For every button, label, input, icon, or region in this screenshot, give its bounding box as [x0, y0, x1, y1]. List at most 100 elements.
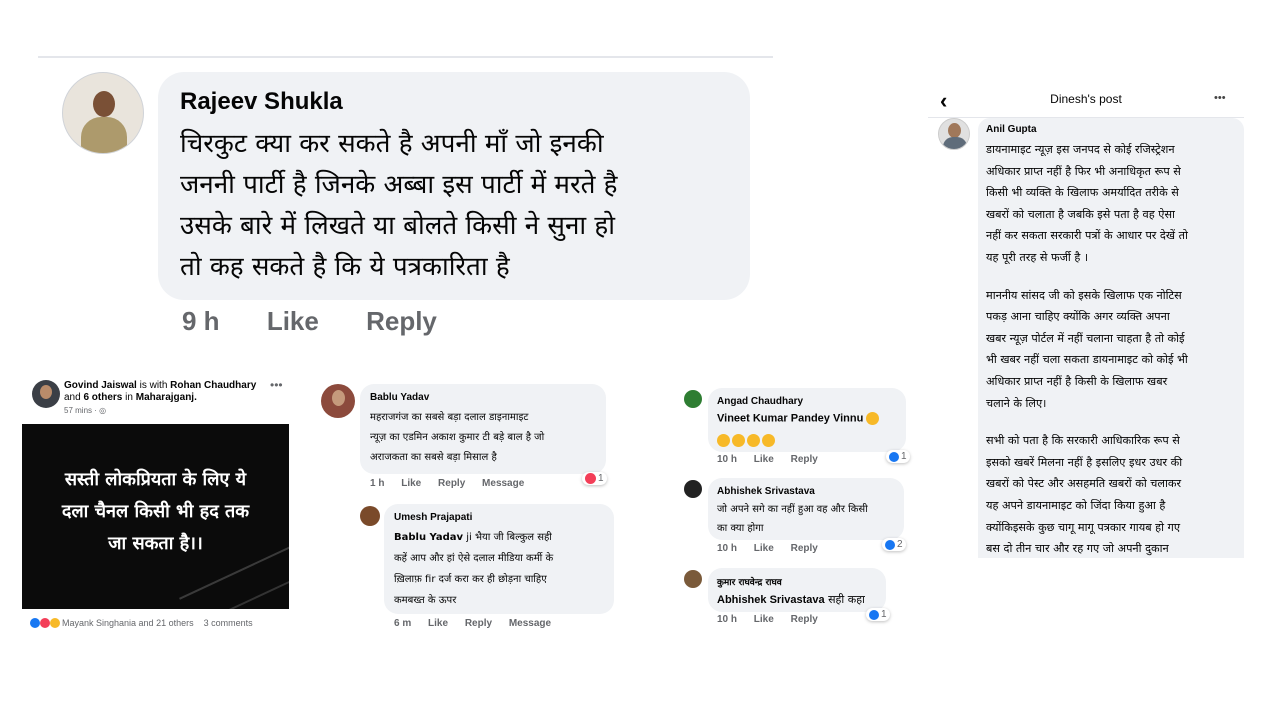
like-link[interactable]: Like: [428, 618, 448, 629]
more-options-icon[interactable]: •••: [1214, 92, 1226, 104]
reply-time: 6 m: [394, 618, 412, 629]
message-link[interactable]: Message: [482, 478, 524, 489]
more-options-icon[interactable]: •••: [270, 378, 283, 392]
comment-actions: 10 h Like Reply: [717, 614, 832, 625]
comment-author[interactable]: Anil Gupta: [986, 124, 1037, 135]
comment-text: महराजगंज का सबसे बड़ा दलाल डाइनामाइट न्य…: [370, 408, 606, 468]
reaction-count: 1: [881, 609, 887, 620]
laughing-emoji-icon: [732, 434, 745, 448]
reaction-badge[interactable]: 1: [886, 450, 910, 463]
like-link[interactable]: Like: [267, 306, 319, 336]
comment-time: 10 h: [717, 454, 738, 465]
reply-link[interactable]: Reply: [791, 543, 818, 554]
comment-bubble: Rajeev Shukla चिरकुट क्या कर सकते है अपन…: [158, 72, 750, 300]
emoji-row: [717, 432, 777, 450]
reply-line: ख़िलाफ़ fir दर्ज करा कर ही छोड़ना चाहिए: [394, 574, 547, 585]
avatar-face: [948, 123, 961, 138]
reaction-count: 1: [598, 473, 604, 484]
like-link[interactable]: Like: [754, 614, 774, 625]
reply-link[interactable]: Reply: [791, 454, 818, 465]
comment-line: खबरों को पेस्ट और असहमति खबरों को चलाकर: [986, 477, 1182, 491]
reply-line: कमबख्त के ऊपर: [394, 595, 457, 606]
comment-line: भी खबर नहीं चला सकता डायनामाइट को कोई भी: [986, 353, 1188, 367]
comment-line: यह पूरी तरह से फर्जी है ।: [986, 250, 1089, 264]
post-author[interactable]: Govind Jaiswal: [64, 380, 137, 391]
reaction-summary[interactable]: Mayank Singhania and 21 others 3 comment…: [30, 618, 253, 628]
avatar[interactable]: [938, 118, 970, 150]
comment-line: यह अपने डायनामाइट को जिंदा किया हुआ है: [986, 498, 1166, 512]
comment-line: उसके बारे में लिखते या बोलते किसी ने सुन…: [180, 211, 615, 241]
image-text: सस्ती लोकप्रियता के लिए ये दला चैनल किसी…: [22, 464, 289, 560]
reply-text: Bablu Yadav ji भैया जी बिल्कुल सही कहें …: [394, 527, 614, 611]
comment-line: नहीं कर सकता सरकारी पत्रों के आधार पर दे…: [986, 229, 1188, 243]
panel-dinesh-post: ‹ Dinesh's post ••• Anil Gupta डायनामाइट…: [928, 82, 1244, 558]
avatar-body: [943, 137, 967, 149]
comment-bubble: Angad Chaudhary Vineet Kumar Pandey Vinn…: [708, 388, 906, 452]
mention-link[interactable]: Vineet Kumar Pandey Vinnu: [717, 412, 863, 424]
place-link[interactable]: Maharajganj.: [136, 392, 197, 403]
comment-line: जो अपने सगे का नहीं हुआ वह और किसी: [717, 504, 868, 515]
comment-line: अराजकता का सबसे बड़ा मिसाल है: [370, 452, 497, 463]
comment-line: इसको खबरें मिलना नहीं है इसलिए इधर उधर क…: [986, 455, 1183, 469]
avatar[interactable]: [684, 570, 702, 588]
reply-line: Bablu Yadav ji भैया जी बिल्कुल सही: [394, 527, 614, 548]
avatar[interactable]: [684, 480, 702, 498]
comment-bubble: कुमार राघवेन्द्र राघव Abhishek Srivastav…: [708, 568, 886, 612]
comment-line: डायनामाइट न्यूज़ इस जनपद से कोई रजिस्ट्र…: [986, 143, 1175, 156]
avatar-head: [93, 91, 115, 117]
top-divider: [38, 56, 773, 58]
reply-line-text: ji भैया जी बिल्कुल सही: [463, 532, 552, 543]
comment-author[interactable]: Bablu Yadav: [370, 392, 429, 403]
thinking-emoji-icon: [866, 412, 880, 425]
like-link[interactable]: Like: [401, 478, 421, 489]
message-link[interactable]: Message: [509, 618, 551, 629]
reply-line: कहें आप और हां ऐसे दलाल मीडिया कर्मी के: [394, 553, 554, 564]
reaction-badge[interactable]: 2: [882, 538, 906, 551]
reply-link[interactable]: Reply: [438, 478, 465, 489]
avatar[interactable]: [62, 72, 144, 154]
comment-line: बस दो तीन चार और रह गए जो अपनी दुकान: [986, 542, 1169, 556]
comments-count[interactable]: 3 comments: [204, 618, 253, 628]
reply-author[interactable]: Umesh Prajapati: [394, 512, 472, 523]
like-link[interactable]: Like: [754, 543, 774, 554]
comment-time: 1 h: [370, 478, 385, 489]
reply-link[interactable]: Reply: [791, 614, 818, 625]
panel-rajeev-comment: Rajeev Shukla चिरकुट क्या कर सकते है अपन…: [38, 20, 773, 350]
post-time: 57 mins · ◎: [64, 406, 106, 415]
love-reaction-icon: [40, 618, 50, 628]
header-bar: ‹ Dinesh's post •••: [928, 82, 1244, 118]
image-line: जा सकता है।।: [108, 533, 203, 554]
post-image[interactable]: सस्ती लोकप्रियता के लिए ये दला चैनल किसी…: [22, 424, 289, 609]
comment-text: चिरकुट क्या कर सकते है अपनी माँ जो इनकी …: [180, 124, 745, 288]
others-link[interactable]: 6 others: [83, 392, 122, 403]
image-line: दला चैनल किसी भी हद तक: [61, 501, 250, 522]
reply-link[interactable]: Reply: [366, 306, 437, 336]
reactors-text: Mayank Singhania and 21 others: [62, 618, 194, 628]
paragraph: सभी को पता है कि सरकारी आधिकारिक रूप से …: [986, 430, 1244, 560]
avatar[interactable]: [684, 390, 702, 408]
comment-author[interactable]: Angad Chaudhary: [717, 396, 803, 407]
comment-author[interactable]: Abhishek Srivastava: [717, 486, 815, 497]
avatar[interactable]: [321, 384, 355, 418]
reaction-badge[interactable]: 1: [582, 472, 607, 485]
laughing-emoji-icon: [762, 434, 775, 448]
love-reaction-icon: [585, 473, 596, 484]
comment-text: Vineet Kumar Pandey Vinnu: [717, 412, 907, 425]
avatar[interactable]: [360, 506, 380, 526]
like-link[interactable]: Like: [754, 454, 774, 465]
avatar[interactable]: [32, 380, 60, 408]
comment-author[interactable]: कुमार राघवेन्द्र राघव: [717, 575, 782, 588]
comment-text-rest: सही कहा: [824, 593, 865, 606]
mention-link[interactable]: Abhishek Srivastava: [717, 594, 825, 606]
comment-line: क्योंकिइसके कुछ चागू मागू पत्रकार गायब ह…: [986, 520, 1181, 534]
reaction-count: 1: [901, 451, 907, 462]
comment-line: जननी पार्टी है जिनके अब्बा इस पार्टी में…: [180, 170, 618, 200]
reply-link[interactable]: Reply: [465, 618, 492, 629]
haha-reaction-icon: [50, 618, 60, 628]
comment-author[interactable]: Rajeev Shukla: [180, 88, 343, 116]
mention-link[interactable]: Bablu Yadav: [394, 532, 463, 543]
reply-bubble: Umesh Prajapati Bablu Yadav ji भैया जी ब…: [384, 504, 614, 614]
reaction-badge[interactable]: 1: [866, 608, 890, 621]
comment-time: 10 h: [717, 614, 738, 625]
tagged-user[interactable]: Rohan Chaudhary: [170, 380, 256, 391]
